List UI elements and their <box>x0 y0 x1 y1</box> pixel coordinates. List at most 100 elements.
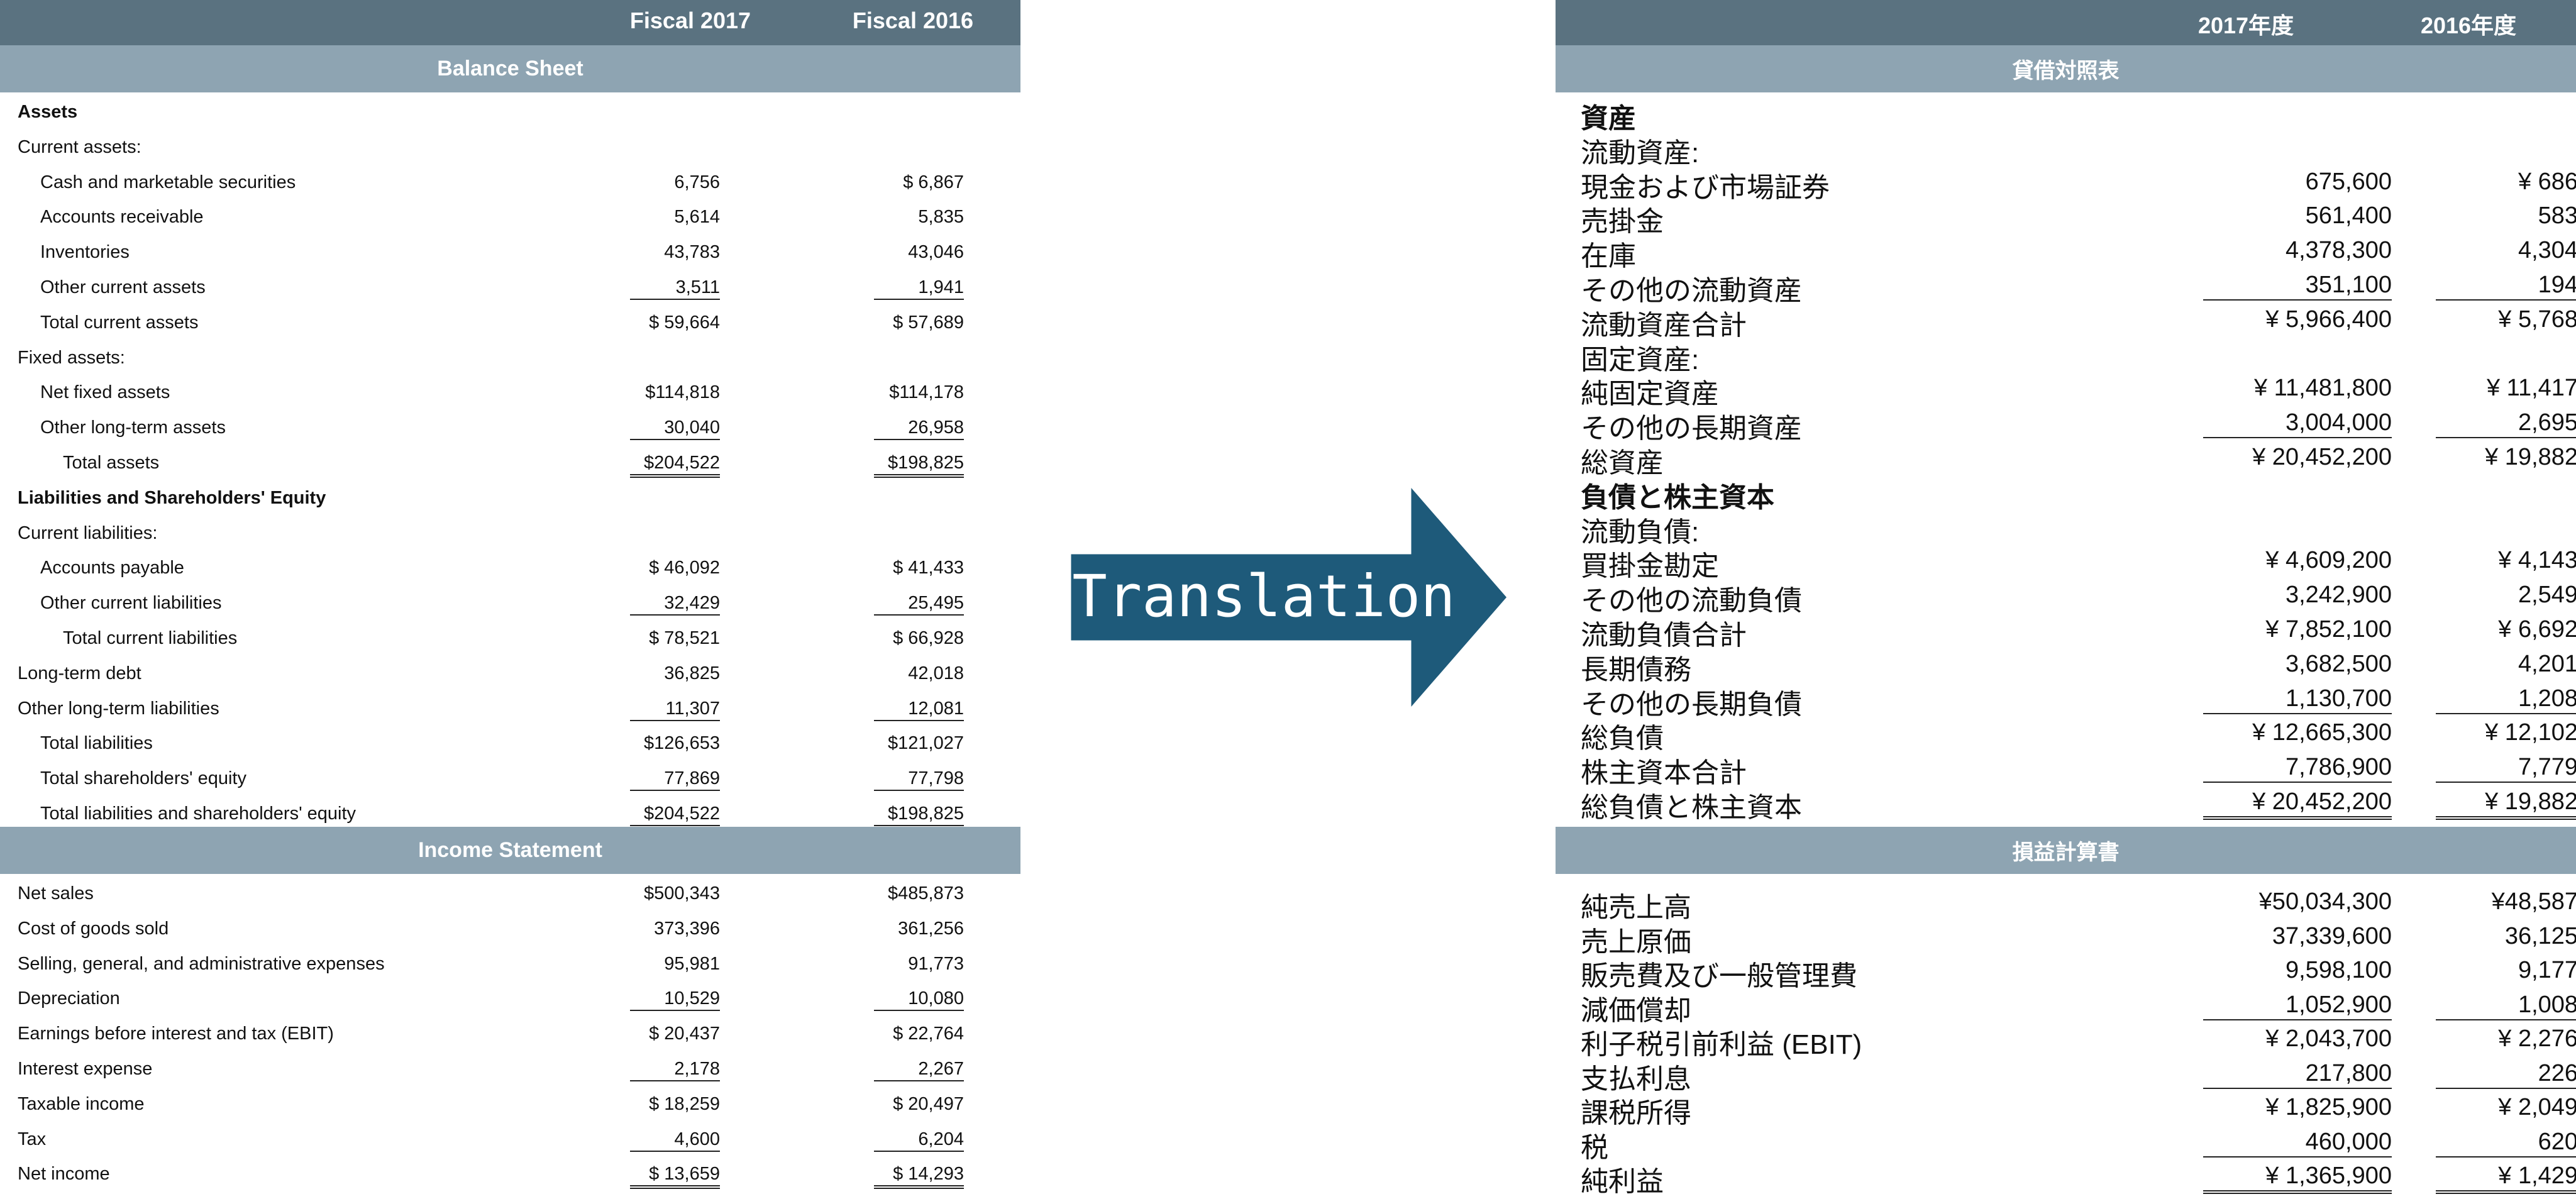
row-label: Earnings before interest and tax (EBIT) <box>18 1024 334 1044</box>
year-column-1-jp: 2017年度 <box>2197 13 2294 38</box>
table-row: Accounts receivable 5,614 5,835 <box>0 199 1020 234</box>
balance-sheet-title: Balance Sheet <box>437 57 583 80</box>
value-current-year: 95,981 <box>664 953 720 974</box>
value-prior-year: 4,201,800 <box>2518 650 2576 677</box>
value-current-year: 36,825 <box>664 663 720 683</box>
table-row: Interest expense 2,178 2,267 <box>0 1051 1020 1086</box>
table-row: Fixed assets: <box>0 340 1020 375</box>
value-prior-year: ¥ 19,882,500 <box>2485 444 2576 470</box>
value-prior-year: 361,256 <box>898 918 964 939</box>
table-row: 売上原価37,339,60036,125,600 <box>1556 918 2576 958</box>
table-row: 販売費及び一般管理費9,598,1009,177,300 <box>1556 952 2576 992</box>
row-label: Liabilities and Shareholders' Equity <box>18 487 326 508</box>
table-row: 流動負債合計¥ 7,852,100¥ 6,692,800 <box>1556 611 2576 651</box>
value-current-year: 561,400 <box>2305 202 2392 229</box>
value-current-year: ¥ 11,481,800 <box>2253 375 2392 402</box>
value-prior-year: $485,873 <box>888 883 964 903</box>
table-row: 負債と株主資本 <box>1556 473 2576 513</box>
row-label: Other long-term liabilities <box>18 698 219 719</box>
value-current-year: 351,100 <box>2203 272 2392 301</box>
table-row: 税460,000620,400 <box>1556 1124 2576 1163</box>
value-current-year: 3,242,900 <box>2285 582 2392 609</box>
value-current-year: ¥ 5,966,400 <box>2265 306 2392 333</box>
row-label: Accounts receivable <box>40 207 204 228</box>
value-prior-year: ¥ 1,429,300 <box>2436 1163 2576 1194</box>
table-row: Total liabilities and shareholders' equi… <box>0 796 1020 831</box>
table-row: 減価償却1,052,9001,0080,00 <box>1556 986 2576 1026</box>
value-current-year: $ 20,437 <box>649 1024 720 1044</box>
row-label: Cash and marketable securities <box>40 172 296 192</box>
row-label: Long-term debt <box>18 663 141 683</box>
table-row: 純固定資産¥ 11,481,800¥ 11,417,800 <box>1556 370 2576 409</box>
value-current-year: $ 78,521 <box>649 628 720 648</box>
translation-label: Translation <box>1072 563 1456 630</box>
table-row: 現金および市場証券675,600¥ 686,700 <box>1556 163 2576 203</box>
value-prior-year: ¥ 2,276,400 <box>2498 1025 2576 1052</box>
table-row: 利子税引前利益 (EBIT)¥ 2,043,700¥ 2,276,400 <box>1556 1020 2576 1060</box>
table-row: 総資産¥ 20,452,200¥ 19,882,500 <box>1556 439 2576 478</box>
value-current-year: ¥ 12,665,300 <box>2252 719 2392 746</box>
value-prior-year: $ 20,497 <box>893 1093 964 1114</box>
value-current-year: 1,052,900 <box>2203 992 2392 1020</box>
value-prior-year: $ 66,928 <box>893 628 964 648</box>
table-row: Cost of goods sold 373,396 361,256 <box>0 911 1020 946</box>
value-current-year: 6,756 <box>674 172 720 192</box>
value-prior-year: $ 41,433 <box>893 558 964 578</box>
table-row: Total current liabilities $ 78,521 $ 66,92… <box>0 621 1020 655</box>
value-current-year: 43,783 <box>664 242 720 263</box>
row-label: Net fixed assets <box>40 382 170 403</box>
row-label: Selling, general, and administrative exp… <box>18 953 385 974</box>
table-row: 資産 <box>1556 94 2576 134</box>
value-prior-year: ¥48,587,300 <box>2491 888 2576 915</box>
table-row: 株主資本合計7,786,9007,779,800 <box>1556 749 2576 788</box>
income-statement-header-jp: 損益計算書 <box>1556 827 2576 874</box>
value-prior-year: ¥ 6,692,800 <box>2498 616 2576 643</box>
row-label: Accounts payable <box>40 558 184 578</box>
table-row: 課税所得¥ 1,825,900¥ 2,049,700 <box>1556 1089 2576 1129</box>
table-row: 長期債務3,682,5004,201,800 <box>1556 646 2576 685</box>
row-label: 純利益 <box>1581 1166 1664 1197</box>
balance-sheet-header-jp: 貸借対照表 <box>1556 45 2576 92</box>
row-label: 総負債と株主資本 <box>1581 792 1802 823</box>
table-row: Accounts payable $ 46,092 $ 41,433 <box>0 550 1020 585</box>
table-row: Current liabilities: <box>0 516 1020 550</box>
table-row: Depreciation 10,529 10,080 <box>0 981 1020 1015</box>
value-prior-year: $ 6,867 <box>903 172 964 192</box>
value-current-year: ¥ 7,852,100 <box>2265 616 2392 643</box>
value-current-year: 11,307 <box>630 699 720 721</box>
value-current-year: 2,178 <box>630 1059 720 1081</box>
value-prior-year: 10,080 <box>874 988 964 1012</box>
year-header-bar: Fiscal 2017 Fiscal 2016 <box>0 0 1020 45</box>
value-current-year: $ 18,259 <box>649 1093 720 1114</box>
table-row: Liabilities and Shareholders' Equity <box>0 480 1020 515</box>
value-prior-year: 194,100 <box>2436 272 2576 301</box>
table-row: Tax 4,600 6,204 <box>0 1122 1020 1156</box>
table-row: 流動資産: <box>1556 129 2576 169</box>
row-label: Current assets: <box>18 136 141 157</box>
row-label: Total shareholders' equity <box>40 768 246 789</box>
value-current-year: $ 59,664 <box>649 312 720 333</box>
row-label: Total current liabilities <box>63 628 238 648</box>
value-prior-year: 42,018 <box>908 663 964 683</box>
row-label: Current liabilities: <box>18 522 158 543</box>
table-row: Current assets: <box>0 130 1020 164</box>
value-prior-year: ¥ 2,049,700 <box>2498 1094 2576 1120</box>
row-label: Other current liabilities <box>40 593 222 614</box>
row-label: Taxable income <box>18 1093 145 1114</box>
balance-sheet-title-jp: 貸借対照表 <box>2012 59 2120 83</box>
value-prior-year: $ 22,764 <box>893 1024 964 1044</box>
row-label: Inventories <box>40 242 130 263</box>
value-prior-year: $ 57,689 <box>893 312 964 333</box>
value-prior-year: 1,941 <box>874 277 964 300</box>
row-label: Total liabilities and shareholders' equi… <box>40 804 357 824</box>
row-label: Net income <box>18 1164 110 1185</box>
row-label: Cost of goods sold <box>18 918 169 939</box>
value-current-year: 37,339,600 <box>2272 922 2392 949</box>
value-prior-year: 7,779,800 <box>2436 754 2576 783</box>
value-prior-year: $114,178 <box>889 382 964 403</box>
table-row: 固定資産: <box>1556 336 2576 375</box>
row-label: Net sales <box>18 883 94 903</box>
table-row: Net fixed assets $114,818 $114,178 <box>0 375 1020 409</box>
row-label: Total liabilities <box>40 733 153 754</box>
table-row: Other current assets 3,511 1,941 <box>0 270 1020 304</box>
